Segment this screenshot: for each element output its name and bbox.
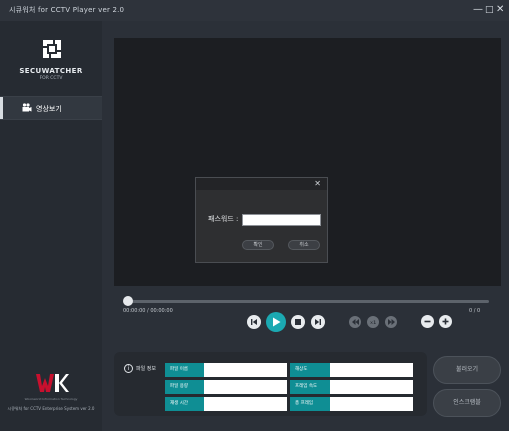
cancel-button[interactable]: 취소 — [288, 240, 320, 250]
secuwatcher-logo-icon — [43, 40, 61, 58]
file-info-title: 파일 정보 — [136, 366, 156, 372]
dialog-close-icon[interactable]: ✕ — [314, 179, 321, 188]
sidebar: SECUWATCHER FOR CCTV 영상보기 Wooriworld Inf… — [0, 21, 102, 431]
password-dialog: ✕ 패스워드 : 확인 취소 — [195, 177, 328, 263]
file-name-value — [204, 363, 287, 377]
brand-name: SECUWATCHER — [19, 67, 83, 75]
duration-value — [204, 397, 287, 411]
vendor-tagline: Wooriworld Information Technology — [24, 397, 78, 401]
plus-icon — [442, 318, 449, 325]
dialog-header: ✕ — [196, 178, 327, 190]
frame-rate-label: 프레임 속도 — [290, 380, 330, 394]
minus-icon — [424, 320, 431, 323]
skip-forward-icon — [315, 319, 321, 325]
rewind-button[interactable] — [349, 316, 361, 328]
sidebar-item-video-view[interactable]: 영상보기 — [0, 97, 102, 119]
window-title: 시큐워처 for CCTV Player ver 2.0 — [9, 6, 125, 14]
seek-bar[interactable] — [127, 300, 489, 303]
resolution-label: 해상도 — [290, 363, 330, 377]
stop-button[interactable] — [291, 315, 305, 329]
password-input[interactable] — [242, 214, 321, 226]
file-name-label: 파일 이름 — [165, 363, 204, 377]
zoom-in-button[interactable] — [439, 315, 452, 328]
video-camera-icon — [22, 103, 32, 112]
duration-label: 재생 시간 — [165, 397, 204, 411]
skip-forward-button[interactable] — [311, 315, 325, 329]
skip-back-button[interactable] — [247, 315, 261, 329]
file-size-value — [204, 380, 287, 394]
speed-1x-button[interactable]: ×1 — [367, 316, 379, 328]
confirm-button[interactable]: 확인 — [242, 240, 274, 250]
wk-vendor-logo-icon — [36, 374, 69, 392]
skip-back-icon — [251, 319, 257, 325]
play-button[interactable] — [266, 312, 286, 332]
speed-1x-icon: ×1 — [369, 319, 377, 325]
file-size-label: 파일 용량 — [165, 380, 204, 394]
frame-counter: 0 / 0 — [469, 308, 481, 314]
password-label: 패스워드 : — [208, 215, 239, 223]
rewind-icon — [351, 319, 359, 325]
fast-forward-button[interactable] — [385, 316, 397, 328]
resolution-value — [330, 363, 413, 377]
info-icon: i — [124, 364, 133, 373]
total-frames-value — [330, 397, 413, 411]
encode-button[interactable]: 인스크램블 — [433, 389, 501, 417]
minimize-button[interactable]: — — [473, 4, 483, 16]
sidebar-item-label: 영상보기 — [36, 105, 62, 113]
close-window-button[interactable]: ✕ — [496, 4, 504, 16]
version-footer: 시큐워처 for CCTV Enterprise System ver 2.0 — [7, 406, 95, 411]
frame-rate-value — [330, 380, 413, 394]
play-icon — [272, 317, 280, 327]
fast-forward-icon — [387, 319, 395, 325]
load-button[interactable]: 불러오기 — [433, 356, 501, 384]
zoom-out-button[interactable] — [421, 315, 434, 328]
maximize-button[interactable]: □ — [485, 4, 494, 16]
seek-handle[interactable] — [123, 296, 133, 306]
divider — [0, 119, 102, 120]
stop-icon — [295, 319, 301, 325]
total-frames-label: 총 프레임 — [290, 397, 330, 411]
brand-subtitle: FOR CCTV — [39, 76, 63, 81]
time-display: 00:00:00 / 00:00:00 — [123, 308, 173, 314]
title-bar: 시큐워처 for CCTV Player ver 2.0 — □ ✕ — [0, 0, 509, 21]
